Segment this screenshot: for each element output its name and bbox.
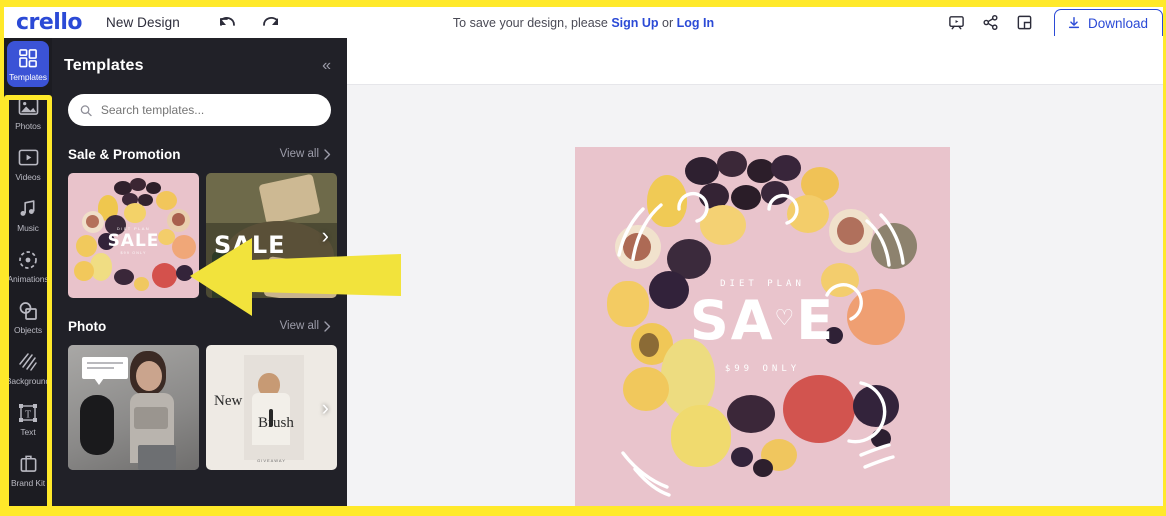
share-icon[interactable] — [974, 7, 1008, 38]
thumb-caption-main: SALE — [214, 230, 286, 259]
thumb-caption-main: Brush — [258, 415, 294, 431]
view-all-label: View all — [279, 148, 319, 160]
brandkit-icon — [19, 452, 38, 476]
animations-icon — [18, 248, 38, 272]
photos-icon — [18, 95, 39, 119]
panel-title: Templates — [64, 57, 144, 74]
sidebar-item-music[interactable]: Music — [5, 189, 51, 240]
sidebar-item-brand-kit[interactable]: Brand Kit — [5, 444, 51, 495]
templates-icon — [18, 46, 38, 70]
left-tool-rail: Templates Photos Videos Music Animations… — [4, 38, 52, 516]
design-subline: $99 ONLY — [724, 364, 801, 375]
section-header-sale-promotion: Sale & Promotion View all — [52, 144, 347, 164]
design-text-block[interactable]: DIET PLAN SA♡E $99 ONLY — [575, 279, 950, 374]
thumbnail-row-sale-promotion: DIET PLAN SALE $99 ONLY SALE › — [52, 173, 347, 298]
sidebar-item-label: Templates — [9, 72, 47, 82]
thumbnail-row-photo: New Brush GIVEAWAY › — [52, 345, 347, 470]
section-header-photo: Photo View all — [52, 316, 347, 336]
document-title[interactable]: New Design — [106, 15, 180, 30]
template-thumb-fruit-sale[interactable]: DIET PLAN SALE $99 ONLY — [68, 173, 199, 298]
heart-icon: ♡ — [774, 306, 797, 332]
sidebar-item-animations[interactable]: Animations — [5, 240, 51, 291]
undo-redo-group — [216, 12, 282, 34]
thumb-caption-bottom: $99 ONLY — [120, 250, 147, 255]
sidebar-item-label: Photos — [15, 120, 41, 131]
save-hint-or: or — [658, 15, 677, 30]
collapse-left-icon[interactable]: « — [322, 58, 331, 74]
thumb-speech-bubble — [82, 357, 128, 385]
thumb-caption-main: SALE — [107, 230, 160, 251]
sidebar-item-label: Music — [17, 222, 39, 233]
template-thumb-yoga-mat[interactable] — [68, 345, 199, 470]
thumb-caption-fruit-sale: DIET PLAN SALE $99 ONLY — [68, 226, 199, 255]
present-icon[interactable] — [940, 7, 974, 38]
thumb-caption-top: New — [214, 392, 243, 409]
section-title: Sale & Promotion — [68, 146, 181, 162]
save-hint-text: To save your design, please — [452, 15, 612, 30]
thumb-caption-top: DIET PLAN — [116, 225, 151, 231]
editor-toolbar — [347, 38, 1163, 85]
log-in-link[interactable]: Log In — [677, 16, 715, 30]
objects-icon — [18, 299, 38, 323]
panel-header: Templates « — [52, 38, 347, 94]
sidebar-item-label: Text — [20, 426, 36, 437]
thumb-caption-bottom: GIVEAWAY — [257, 458, 286, 463]
sidebar-item-videos[interactable]: Videos — [5, 138, 51, 189]
design-canvas[interactable]: DIET PLAN SA♡E $99 ONLY — [575, 147, 950, 506]
sidebar-item-label: Background — [5, 375, 51, 386]
chevron-right-icon — [324, 148, 331, 160]
crello-logo[interactable]: crello — [16, 10, 83, 35]
thumbnail-next-arrow-sale[interactable]: › — [322, 223, 329, 249]
text-icon: T — [18, 401, 38, 425]
undo-button[interactable] — [216, 12, 238, 34]
sidebar-item-photos[interactable]: Photos — [5, 87, 51, 138]
template-thumb-new-brush[interactable]: New Brush GIVEAWAY — [206, 345, 337, 470]
download-icon — [1068, 17, 1080, 29]
sidebar-item-background[interactable]: Background — [5, 342, 51, 393]
sidebar-item-label: Objects — [13, 324, 43, 335]
view-all-photo[interactable]: View all — [280, 320, 331, 332]
highlight-frame-left — [0, 0, 4, 516]
search-icon — [80, 104, 92, 116]
top-right-actions: Download — [940, 7, 1163, 38]
crello-editor-window: crello New Design To save your design, p… — [0, 0, 1166, 516]
sidebar-item-objects[interactable]: Objects — [5, 291, 51, 342]
search-input[interactable] — [100, 103, 319, 117]
design-headline: SA♡E — [575, 293, 950, 350]
section-title: Photo — [68, 318, 107, 334]
download-label: Download — [1087, 15, 1148, 31]
chevron-right-icon — [324, 320, 331, 332]
highlight-frame-top — [0, 0, 1166, 7]
design-eyebrow: DIET PLAN — [720, 279, 805, 290]
design-headline-left: SA — [689, 289, 775, 353]
canvas-area[interactable]: DIET PLAN SA♡E $99 ONLY — [347, 85, 1163, 506]
design-headline-right: E — [796, 289, 836, 353]
svg-text:T: T — [25, 409, 31, 420]
top-toolbar: crello New Design To save your design, p… — [4, 7, 1163, 38]
music-icon — [18, 197, 38, 221]
search-wrapper — [52, 94, 347, 126]
highlight-frame-bottom — [0, 506, 1166, 516]
view-all-label: View all — [279, 320, 319, 332]
background-icon — [18, 350, 38, 374]
sidebar-item-label: Videos — [15, 171, 41, 182]
thumbnail-next-arrow-photo[interactable]: › — [322, 395, 329, 421]
redo-button[interactable] — [260, 12, 282, 34]
sidebar-item-text[interactable]: T Text — [5, 393, 51, 444]
templates-panel: Templates « Sale & Promotion View all — [52, 38, 347, 516]
resize-icon[interactable] — [1008, 7, 1042, 38]
sidebar-item-label: Brand Kit — [10, 477, 46, 488]
download-button[interactable]: Download — [1053, 9, 1163, 36]
search-box[interactable] — [68, 94, 331, 126]
videos-icon — [18, 146, 39, 170]
sidebar-item-label: Animations — [7, 273, 49, 284]
sidebar-item-templates[interactable]: Templates — [7, 41, 49, 87]
view-all-sale-promotion[interactable]: View all — [280, 148, 331, 160]
template-thumb-champagne-sale[interactable]: SALE — [206, 173, 337, 298]
sign-up-link[interactable]: Sign Up — [611, 16, 658, 30]
